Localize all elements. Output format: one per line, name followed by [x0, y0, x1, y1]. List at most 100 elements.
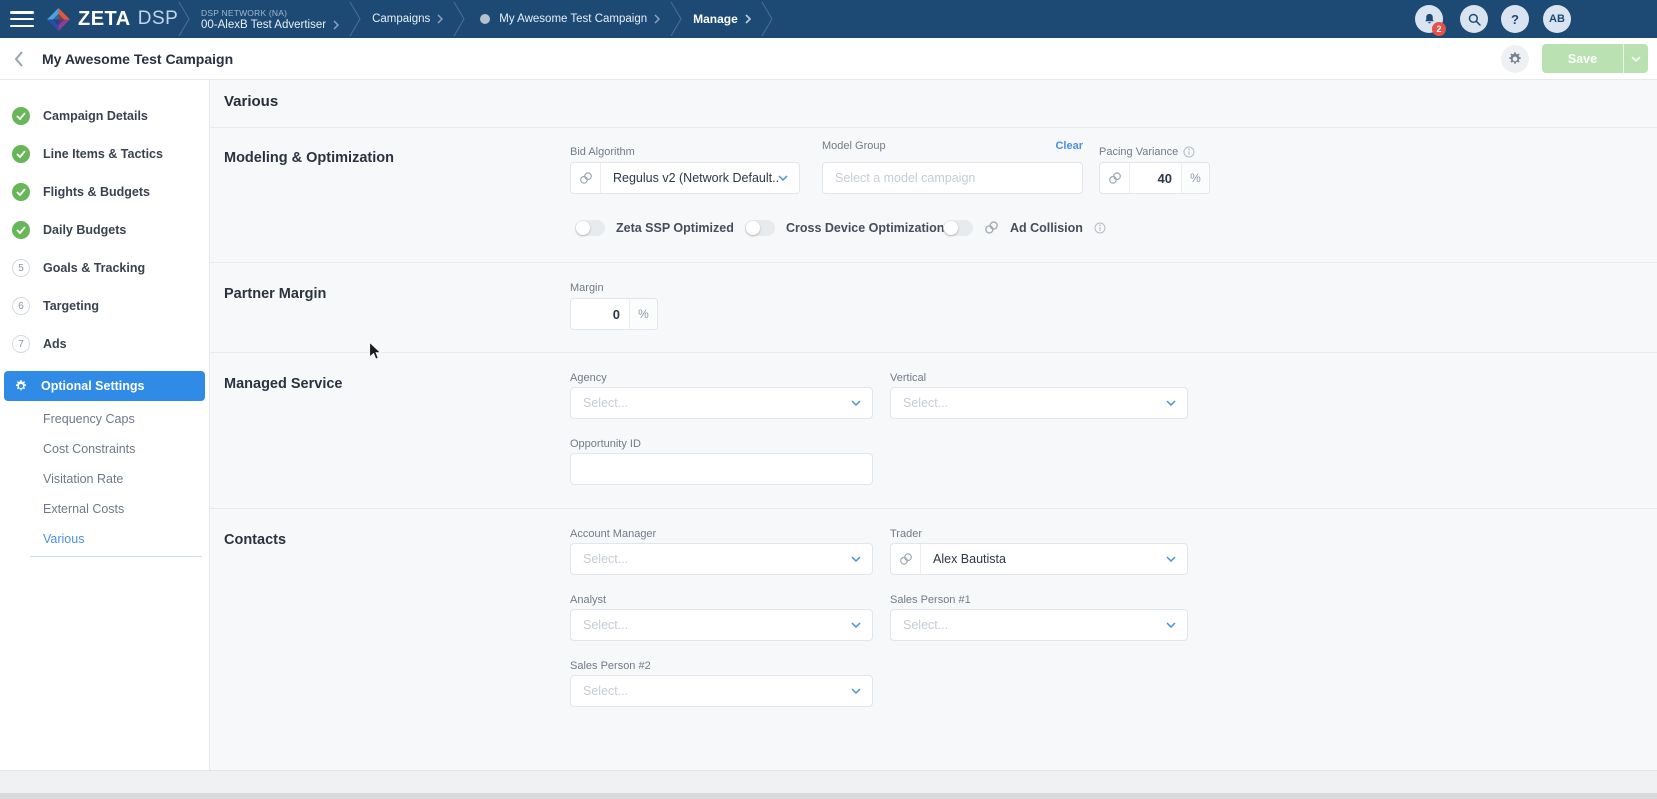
sidebar-divider — [30, 556, 202, 557]
sidebar-item-visitation-rate[interactable]: Visitation Rate — [0, 464, 209, 494]
bottom-edge — [0, 793, 1657, 799]
agency-select[interactable]: Select... — [570, 387, 873, 419]
link-icon — [984, 220, 999, 235]
ad-collision-toggle[interactable] — [943, 220, 973, 236]
check-icon — [12, 145, 30, 163]
avatar[interactable]: AB — [1543, 5, 1571, 33]
info-icon — [1094, 222, 1106, 234]
link-icon — [891, 544, 921, 574]
account-manager-placeholder: Select... — [571, 552, 628, 566]
breadcrumb-separator — [453, 0, 466, 38]
vertical-label: Vertical — [890, 372, 926, 384]
link-icon — [571, 163, 601, 193]
step-number: 6 — [12, 297, 30, 315]
chevron-right-icon — [437, 14, 443, 24]
cross-device-toggle-row: Cross Device Optimization — [745, 219, 944, 236]
sidebar-item-optional-settings[interactable]: Optional Settings — [4, 371, 205, 401]
analyst-select[interactable]: Select... — [570, 609, 873, 641]
zeta-diamond-icon — [46, 7, 71, 32]
zeta-logo[interactable]: ZETA DSP — [46, 0, 178, 38]
sales-person-1-select[interactable]: Select... — [890, 609, 1188, 641]
notification-badge: 2 — [1432, 22, 1446, 36]
chevron-down-icon — [1631, 56, 1641, 62]
breadcrumb-campaigns[interactable]: Campaigns — [362, 0, 453, 38]
search-icon — [1467, 12, 1482, 27]
section-title-contacts: Contacts — [224, 532, 286, 548]
section-title-managed-service: Managed Service — [224, 376, 342, 392]
sidebar-item-various[interactable]: Various — [0, 524, 209, 554]
sidebar-item-goals-tracking[interactable]: 5 Goals & Tracking — [0, 249, 209, 287]
save-dropdown-button[interactable] — [1624, 56, 1648, 62]
cross-device-toggle[interactable] — [745, 220, 775, 236]
breadcrumb-separator — [670, 0, 683, 38]
breadcrumb-separator — [349, 0, 362, 38]
sidebar-subitems: Frequency Caps Cost Constraints Visitati… — [0, 404, 209, 554]
model-group-clear-link[interactable]: Clear — [1055, 140, 1083, 152]
chevron-down-icon — [1166, 556, 1176, 562]
status-dot — [480, 14, 490, 24]
pacing-variance-value: 40 — [1130, 171, 1181, 186]
chevron-right-icon — [333, 20, 339, 30]
chevron-down-icon — [851, 556, 861, 562]
sidebar-item-cost-constraints[interactable]: Cost Constraints — [0, 434, 209, 464]
sidebar-item-external-costs[interactable]: External Costs — [0, 494, 209, 524]
agency-placeholder: Select... — [571, 396, 628, 410]
sidebar-item-daily-budgets[interactable]: Daily Budgets — [0, 211, 209, 249]
menu-icon[interactable] — [10, 11, 34, 27]
margin-label: Margin — [570, 282, 604, 294]
agency-label: Agency — [570, 372, 607, 384]
breadcrumb-campaign[interactable]: My Awesome Test Campaign — [466, 0, 670, 38]
info-icon — [1183, 146, 1195, 158]
trader-label: Trader — [890, 528, 922, 540]
save-button[interactable]: Save — [1542, 44, 1648, 73]
sidebar-item-flights-budgets[interactable]: Flights & Budgets — [0, 173, 209, 211]
check-icon — [12, 183, 30, 201]
page-header: My Awesome Test Campaign Save — [0, 38, 1657, 80]
help-icon: ? — [1511, 12, 1519, 27]
pacing-variance-input[interactable]: 40 % — [1099, 162, 1210, 194]
sidebar-item-campaign-details[interactable]: Campaign Details — [0, 97, 209, 135]
breadcrumb-advertiser[interactable]: DSP NETWORK (NA) 00-AlexB Test Advertise… — [191, 0, 349, 38]
breadcrumb-manage[interactable]: Manage — [683, 0, 761, 38]
help-button[interactable]: ? — [1501, 5, 1529, 33]
pacing-variance-label: Pacing Variance — [1099, 146, 1195, 158]
chevron-down-icon — [851, 622, 861, 628]
sidebar-item-frequency-caps[interactable]: Frequency Caps — [0, 404, 209, 434]
sidebar-item-targeting[interactable]: 6 Targeting — [0, 287, 209, 325]
bid-algorithm-label: Bid Algorithm — [570, 146, 635, 158]
vertical-select[interactable]: Select... — [890, 387, 1188, 419]
sidebar-item-ads[interactable]: 7 Ads — [0, 325, 209, 363]
margin-input[interactable]: 0 % — [570, 298, 658, 330]
account-manager-select[interactable]: Select... — [570, 543, 873, 575]
divider — [210, 352, 1657, 353]
gear-icon — [14, 379, 28, 393]
link-icon — [1100, 163, 1130, 193]
check-icon — [12, 107, 30, 125]
analyst-label: Analyst — [570, 594, 606, 606]
opportunity-id-input[interactable] — [570, 453, 873, 485]
settings-button[interactable] — [1501, 45, 1529, 73]
chevron-left-icon — [14, 51, 24, 67]
analyst-placeholder: Select... — [571, 618, 628, 632]
breadcrumb-separator — [178, 0, 191, 38]
sales-person-2-select[interactable]: Select... — [570, 675, 873, 707]
model-group-input[interactable]: Select a model campaign — [822, 162, 1083, 194]
model-group-placeholder: Select a model campaign — [823, 171, 975, 185]
trader-select[interactable]: Alex Bautista — [890, 543, 1188, 575]
check-icon — [12, 221, 30, 239]
chevron-down-icon — [1166, 400, 1176, 406]
percent-suffix: % — [629, 299, 657, 329]
divider — [210, 262, 1657, 263]
save-button-label: Save — [1542, 52, 1623, 66]
bid-algorithm-select[interactable]: Regulus v2 (Network Default... — [570, 162, 800, 194]
zeta-ssp-toggle[interactable] — [575, 220, 605, 236]
sidebar-item-line-items[interactable]: Line Items & Tactics — [0, 135, 209, 173]
trader-value: Alex Bautista — [921, 552, 1006, 566]
chevron-right-icon — [654, 14, 660, 24]
section-heading-various: Various — [224, 93, 278, 110]
margin-value: 0 — [571, 307, 629, 322]
vertical-placeholder: Select... — [891, 396, 948, 410]
search-button[interactable] — [1460, 5, 1488, 33]
notifications-button[interactable]: 2 — [1415, 5, 1443, 33]
back-button[interactable] — [14, 51, 24, 72]
